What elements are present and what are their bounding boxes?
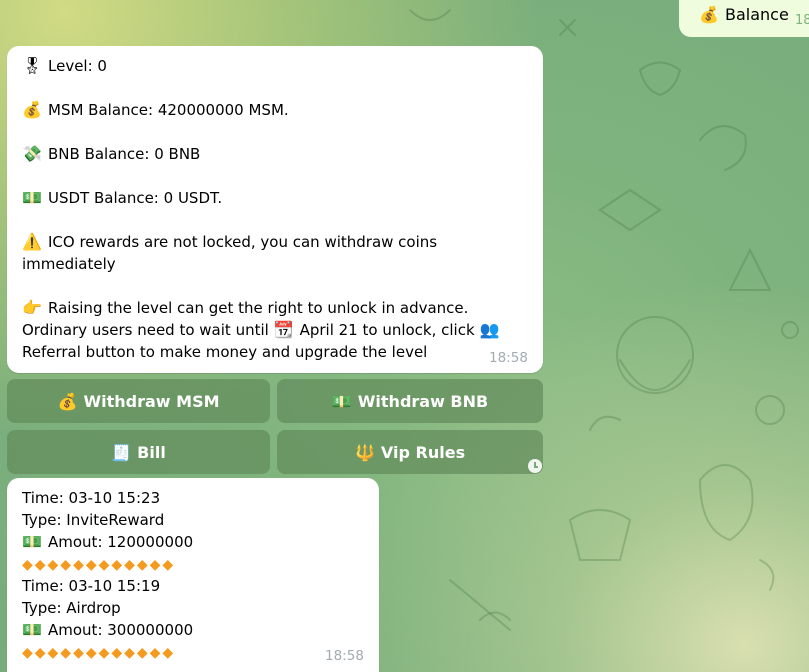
usdt-balance-line: 💵 USDT Balance: 0 USDT. [22,187,529,209]
dollar-banknote-icon: 💵 [331,391,352,411]
outgoing-message-balance: 💰 Balance [679,0,809,37]
vip-rules-label: Vip Rules [380,442,466,462]
dollar-banknote-icon: 💵 [22,532,42,551]
record-1-time: Time: 03-10 15:23 [22,489,161,507]
bill-message-bubble: Time: 03-10 15:23 Type: InviteReward 💵 Am… [7,478,379,672]
record-2-time: Time: 03-10 15:19 [22,577,161,595]
withdraw-msm-label: Withdraw MSM [83,391,220,411]
people-icon: 👥 [479,320,500,339]
medal-icon: 🎖 [22,56,43,75]
outgoing-message-text: Balance [725,5,789,24]
balance-message-bubble: 🎖 Level: 0 💰 MSM Balance: 420000000 MSM. 💸… [7,46,543,373]
withdraw-bnb-button[interactable]: 💵 Withdraw BNB [277,379,543,423]
raise-line-3: Referral button to make money and upgrad… [22,343,428,361]
dollar-banknote-icon: 💵 [22,620,42,639]
pointing-hand-icon: 👉 [22,298,42,317]
orange-diamond-icon: ◆◆◆◆◆◆◆◆◆◆◆◆ [22,557,176,573]
msm-balance-text: MSM Balance: 420000000 MSM. [48,101,289,119]
trident-icon: 🔱 [354,442,375,462]
usdt-balance-text: USDT Balance: 0 USDT. [48,189,223,207]
bill-message-time: 18:58 [325,648,364,664]
money-wings-icon: 💸 [22,144,42,163]
record-2-amount: Amout: 300000000 [48,621,194,639]
dollar-banknote-icon: 💵 [22,188,42,207]
record-2-divider: ◆◆◆◆◆◆◆◆◆◆◆◆ [22,641,365,663]
outgoing-message-time: 18 [795,13,809,28]
record-1-amount: Amout: 120000000 [48,533,194,551]
receipt-icon: 🧾 [111,442,132,462]
pending-clock-icon [528,459,542,473]
bnb-balance-text: BNB Balance: 0 BNB [48,145,201,163]
raise-text-2b: April 21 to unlock, click [299,321,475,339]
withdraw-msm-button[interactable]: 💰 Withdraw MSM [7,379,270,423]
record-1-type: Type: InviteReward [22,511,165,529]
raise-text-2a: Ordinary users need to wait until [22,321,269,339]
bill-label: Bill [137,442,166,462]
record-2-type: Type: Airdrop [22,599,121,617]
ico-line-2: immediately [22,255,116,273]
ico-text: ICO rewards are not locked, you can with… [48,233,438,251]
record-2-amount-line: 💵 Amout: 300000000 [22,619,365,641]
money-bag-icon: 💰 [699,5,719,24]
orange-diamond-icon: ◆◆◆◆◆◆◆◆◆◆◆◆ [22,645,176,661]
calendar-icon: 📆 [273,320,294,339]
level-text: Level: 0 [48,57,107,75]
money-bag-icon: 💰 [57,391,78,411]
warning-icon: ⚠️ [22,232,42,251]
bnb-balance-line: 💸 BNB Balance: 0 BNB [22,143,529,165]
level-line: 🎖 Level: 0 [22,55,529,77]
record-1-divider: ◆◆◆◆◆◆◆◆◆◆◆◆ [22,553,365,575]
raise-line-1: 👉 Raising the level can get the right to … [22,297,529,319]
msm-balance-line: 💰 MSM Balance: 420000000 MSM. [22,99,529,121]
withdraw-bnb-label: Withdraw BNB [357,391,489,411]
raise-text-1: Raising the level can get the right to u… [48,299,469,317]
record-1-amount-line: 💵 Amout: 120000000 [22,531,365,553]
ico-line: ⚠️ ICO rewards are not locked, you can wi… [22,231,529,253]
vip-rules-button[interactable]: 🔱 Vip Rules [277,430,543,474]
balance-message-time: 18:58 [489,350,528,366]
raise-line-2: Ordinary users need to wait until 📆 April… [22,319,529,341]
bill-button[interactable]: 🧾 Bill [7,430,270,474]
money-bag-icon: 💰 [22,100,42,119]
